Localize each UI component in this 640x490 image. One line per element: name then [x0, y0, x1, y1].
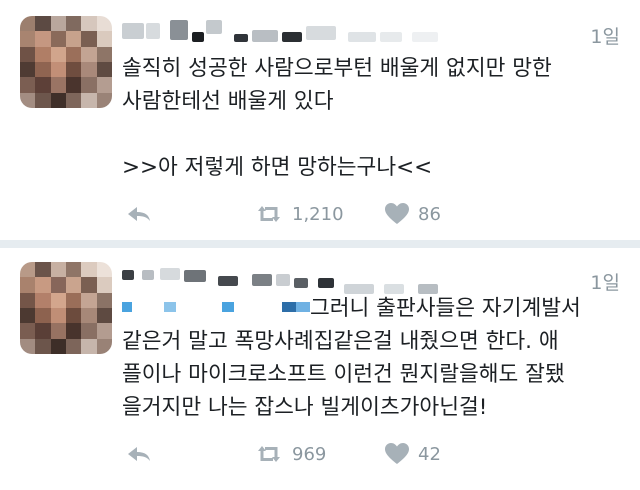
retweet-count: 969 [292, 443, 327, 465]
display-name-redacted [206, 20, 222, 34]
display-name-redacted [306, 26, 336, 40]
like-button[interactable]: 86 [384, 202, 441, 226]
username-redacted [380, 32, 402, 42]
retweet-icon [258, 446, 280, 462]
reply-icon [128, 447, 150, 461]
tweet-actions: 969 42 [122, 442, 602, 468]
heart-icon [385, 443, 409, 464]
username-redacted [348, 32, 376, 42]
retweet-button[interactable]: 969 [254, 442, 326, 466]
retweet-button[interactable]: 1,210 [254, 202, 344, 226]
display-name-redacted [184, 270, 206, 282]
tweet-text: 솔직히 성공한 사람으로부턴 배울게 없지만 망한 사람한테선 배울게 있다 >… [122, 56, 552, 180]
display-name-redacted [282, 32, 302, 42]
tweet-actions: 1,210 86 [122, 202, 602, 228]
display-name-redacted [160, 268, 180, 280]
display-name-redacted [234, 34, 248, 42]
display-name-redacted [252, 30, 278, 42]
heart-icon [385, 203, 409, 224]
display-name-redacted [170, 20, 188, 40]
like-count: 42 [418, 443, 441, 465]
tweet-text: 그러니 출판사들은 자기계발서 같은거 말고 폭망사례집같은걸 내줬으면 한다.… [122, 296, 581, 420]
retweet-count: 1,210 [292, 203, 344, 225]
display-name-redacted [218, 276, 238, 286]
tweet-timestamp[interactable]: 1일 [590, 268, 620, 295]
reply-icon [128, 207, 150, 221]
like-button[interactable]: 42 [384, 442, 441, 466]
display-name-redacted [252, 274, 272, 286]
display-name-redacted [294, 278, 308, 288]
avatar[interactable] [20, 262, 112, 354]
tweet-divider [0, 240, 640, 248]
like-count: 86 [418, 203, 441, 225]
display-name-redacted [146, 23, 160, 39]
username-redacted [412, 32, 438, 42]
tweet-header [122, 262, 482, 294]
display-name-redacted [192, 32, 204, 42]
display-name-redacted [122, 23, 144, 39]
display-name-redacted [276, 274, 290, 286]
reply-button[interactable] [124, 442, 154, 466]
tweet-card[interactable]: 1일 그러니 출판사들은 자기계발서 같은거 말고 폭망사례집같은걸 내줬으면 … [0, 248, 640, 490]
retweet-icon [258, 206, 280, 222]
reply-button[interactable] [124, 202, 154, 226]
avatar[interactable] [20, 16, 112, 108]
display-name-redacted [142, 270, 154, 280]
display-name-redacted [122, 270, 134, 280]
tweet-card[interactable]: 1일 솔직히 성공한 사람으로부턴 배울게 없지만 망한 사람한테선 배울게 있… [0, 0, 640, 240]
tweet-header [122, 20, 502, 42]
tweet-timestamp[interactable]: 1일 [590, 22, 620, 49]
display-name-redacted [318, 278, 334, 288]
